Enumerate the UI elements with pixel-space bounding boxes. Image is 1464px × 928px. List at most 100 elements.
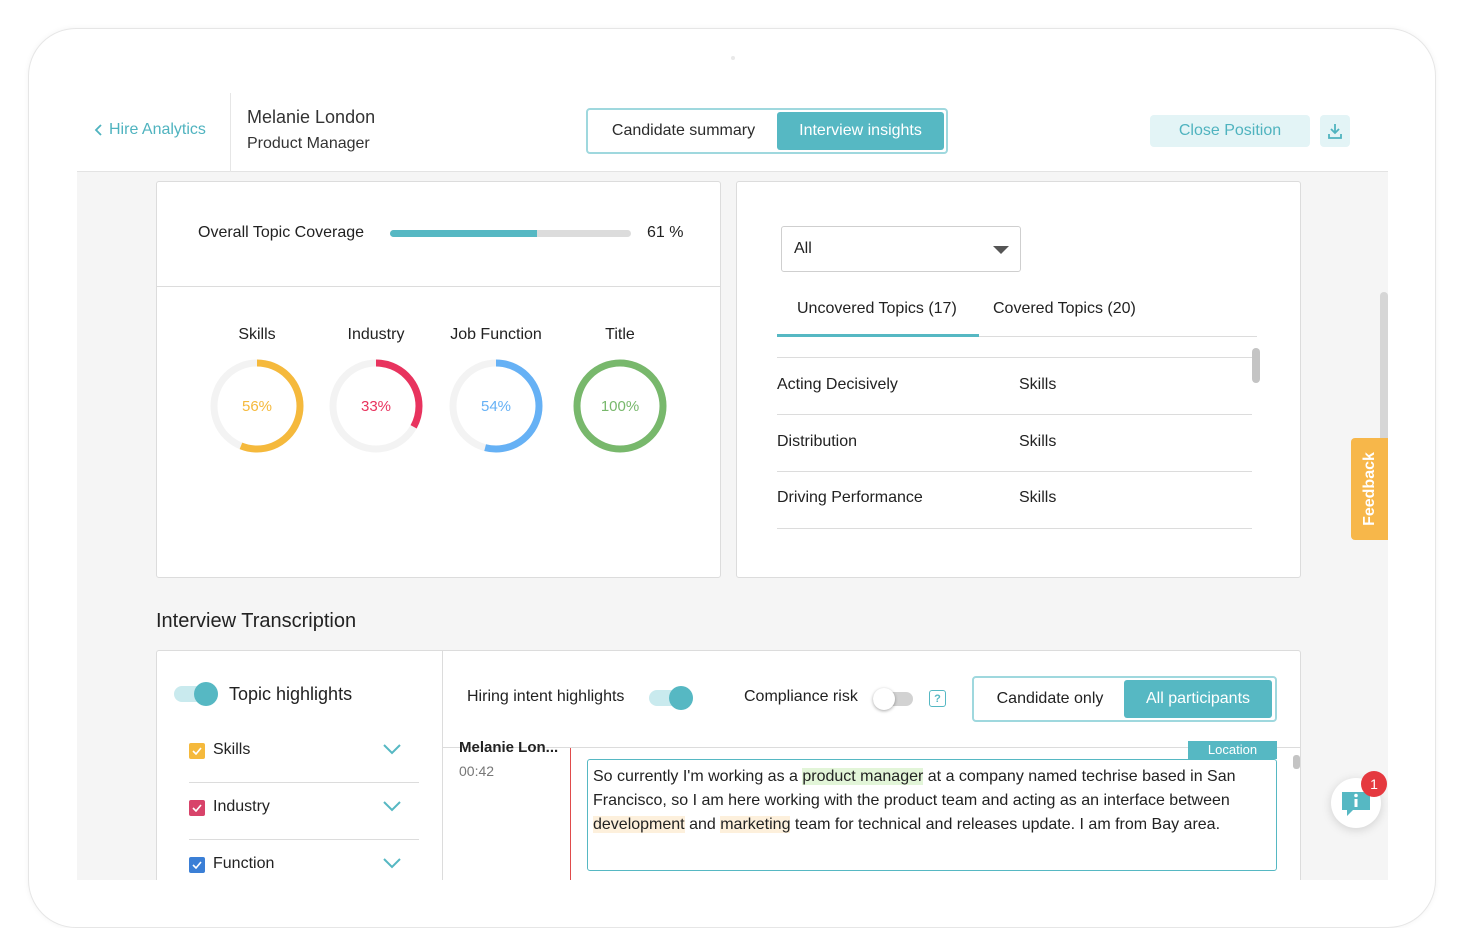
row-divider: [777, 528, 1252, 529]
coverage-progress-fill: [390, 230, 537, 237]
timestamp: 00:42: [459, 763, 495, 779]
row-divider: [777, 357, 1252, 358]
download-icon: [1328, 124, 1342, 139]
compliance-risk-toggle[interactable]: [873, 688, 913, 710]
checkbox[interactable]: [189, 743, 205, 759]
coverage-card: Overall Topic Coverage 61 % Skills 56% I…: [156, 181, 721, 578]
chevron-left-icon: [94, 124, 102, 136]
toggle-knob: [194, 682, 218, 706]
back-link[interactable]: Hire Analytics: [94, 121, 206, 139]
category-industry[interactable]: Industry: [189, 783, 419, 840]
topic-highlights-toggle[interactable]: [174, 682, 218, 706]
coverage-value: 61 %: [647, 224, 684, 241]
feedback-label: Feedback: [1360, 452, 1378, 526]
chevron-down-icon[interactable]: [383, 858, 401, 869]
category-label: Skills: [213, 741, 251, 758]
donut-label: Title: [605, 326, 635, 343]
app-screen: Hire Analytics Melanie London Product Ma…: [77, 93, 1388, 880]
transcript-segment: and: [684, 816, 721, 833]
topic-filter-value: All: [794, 240, 812, 257]
topic-category: Skills: [1019, 376, 1057, 393]
notification-badge: 1: [1361, 771, 1387, 797]
toggle-knob: [873, 688, 895, 710]
highlighted-phrase: marketing: [720, 816, 791, 833]
transcript-segment: team for technical and releases update. …: [790, 816, 1221, 833]
feedback-tab[interactable]: Feedback: [1351, 438, 1388, 540]
donut-label: Skills: [238, 326, 276, 343]
donut-chart: 54%: [449, 359, 543, 453]
coverage-progress-bar: [390, 230, 631, 237]
transcript-scrollbar[interactable]: [1293, 755, 1300, 769]
top-bar: Hire Analytics Melanie London Product Ma…: [77, 93, 1388, 172]
candidate-name: Melanie London: [247, 107, 376, 127]
coverage-divider: [157, 286, 720, 287]
tab-candidate-only[interactable]: Candidate only: [976, 680, 1124, 718]
topics-tabs: Uncovered Topics (17) Covered Topics (20…: [777, 292, 1257, 337]
donut-label: Job Function: [450, 326, 542, 343]
row-divider: [777, 414, 1252, 415]
category-function[interactable]: Function: [189, 840, 419, 880]
back-link-label: Hire Analytics: [109, 121, 206, 138]
transcript-text: So currently I'm working as a product ma…: [587, 759, 1277, 871]
donut-value: 56%: [242, 398, 272, 415]
donut-value: 54%: [481, 398, 511, 415]
help-icon[interactable]: ?: [929, 690, 946, 707]
caret-down-icon: [993, 246, 1009, 254]
tab-uncovered-topics[interactable]: Uncovered Topics (17): [797, 300, 957, 318]
topic-category: Skills: [1019, 433, 1057, 450]
candidate-role: Product Manager: [247, 135, 370, 152]
checkbox[interactable]: [189, 800, 205, 816]
donut-value: 33%: [361, 398, 391, 415]
donut-chart: 56%: [210, 359, 304, 453]
donut-label: Industry: [347, 326, 405, 343]
topic-category: Skills: [1019, 489, 1057, 506]
tab-covered-topics[interactable]: Covered Topics (20): [993, 300, 1136, 318]
download-button[interactable]: [1320, 115, 1350, 147]
donut-job-function: Job Function 54%: [436, 326, 556, 456]
tab-interview-insights[interactable]: Interview insights: [777, 112, 944, 150]
location-tag: Location: [1188, 741, 1277, 759]
topics-card: All Uncovered Topics (17) Covered Topics…: [736, 181, 1301, 578]
donut-chart: 33%: [329, 359, 423, 453]
header-divider: [230, 93, 231, 172]
checkbox[interactable]: [189, 857, 205, 873]
coverage-label: Overall Topic Coverage: [198, 224, 365, 241]
active-tab-indicator: [777, 334, 979, 337]
speaker-name: Melanie Lon...: [459, 739, 559, 756]
donut-skills: Skills 56%: [197, 326, 317, 456]
hiring-intent-toggle[interactable]: [649, 686, 693, 710]
tab-candidate-summary[interactable]: Candidate summary: [590, 112, 777, 150]
chevron-down-icon[interactable]: [383, 744, 401, 755]
row-divider: [777, 471, 1252, 472]
check-icon: [192, 747, 202, 755]
view-toggle: Candidate summary Interview insights: [586, 108, 948, 154]
category-label: Industry: [213, 798, 270, 815]
chevron-down-icon[interactable]: [383, 801, 401, 812]
category-skills[interactable]: Skills: [189, 726, 419, 783]
topics-scrollbar[interactable]: [1252, 348, 1260, 383]
compliance-risk-label: Compliance risk: [744, 688, 858, 705]
highlighted-phrase: development: [593, 816, 685, 833]
transcription-title: Interview Transcription: [156, 610, 357, 632]
transcript-divider: [443, 747, 1300, 748]
donut-chart: 100%: [573, 359, 667, 453]
highlighted-phrase: product manager: [802, 768, 924, 785]
tab-all-participants[interactable]: All participants: [1124, 680, 1272, 718]
page-scrollbar[interactable]: [1380, 292, 1388, 452]
topic-name: Driving Performance: [777, 489, 923, 506]
speaker-marker-line: [570, 748, 571, 880]
device-camera: [731, 56, 735, 60]
participants-toggle: Candidate only All participants: [972, 676, 1277, 722]
topic-highlights-label: Topic highlights: [229, 684, 353, 704]
donut-title: Title 100%: [560, 326, 680, 456]
close-position-button[interactable]: Close Position: [1150, 115, 1310, 147]
topic-filter-select[interactable]: All: [781, 226, 1021, 272]
transcription-card: Topic highlights Skills Industry Functio…: [156, 650, 1301, 880]
transcript-segment: So currently I'm working as a: [593, 768, 803, 785]
toggle-knob: [669, 686, 693, 710]
check-icon: [192, 861, 202, 869]
check-icon: [192, 804, 202, 812]
category-label: Function: [213, 855, 275, 872]
donut-industry: Industry 33%: [316, 326, 436, 456]
topic-name: Acting Decisively: [777, 376, 898, 393]
